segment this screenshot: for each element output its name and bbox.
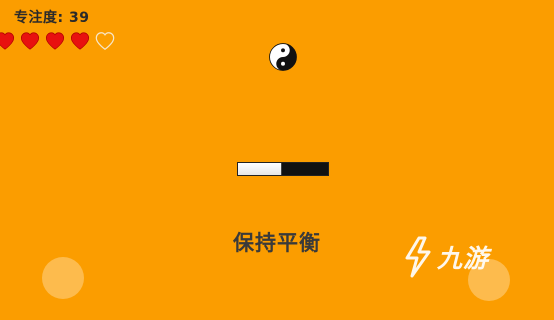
balance-meter: [237, 162, 329, 176]
heart-icon: [20, 32, 40, 50]
yin-yang-icon: [269, 43, 297, 71]
jiuyou-logo-icon: [405, 236, 431, 278]
focus-counter: 专注度: 39: [14, 10, 90, 26]
balance-meter-fill: [238, 163, 283, 175]
watermark: 九游: [403, 236, 489, 278]
heart-empty-icon: [95, 32, 115, 51]
lives-indicator: [0, 31, 116, 51]
left-touch-button[interactable]: [42, 257, 84, 299]
heart-icon: [45, 32, 65, 50]
heart-icon: [0, 32, 15, 50]
watermark-text: 九游: [437, 244, 490, 273]
heart-icon: [70, 32, 90, 50]
